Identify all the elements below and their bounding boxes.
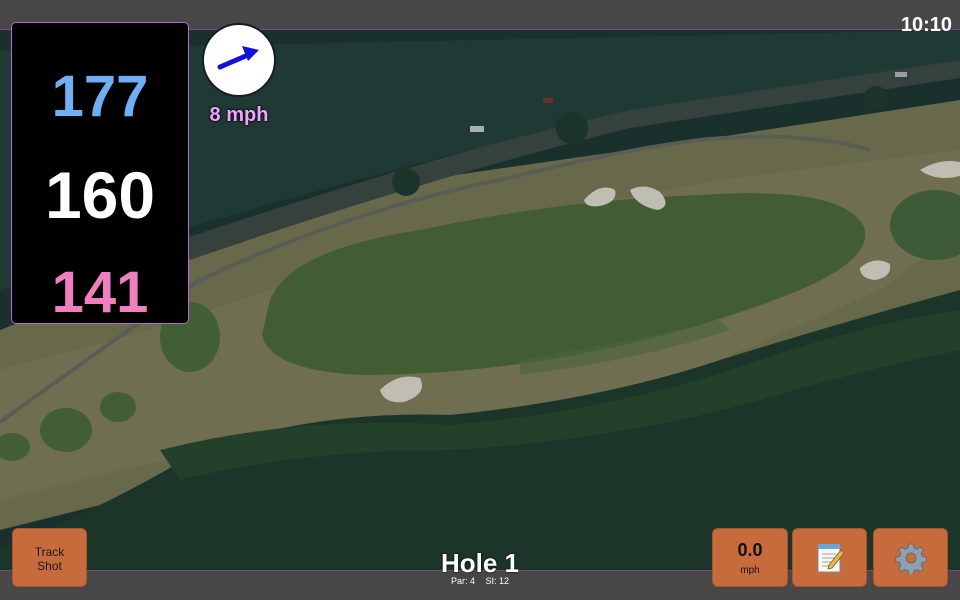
distance-panel: 177 160 141 <box>11 22 189 325</box>
track-shot-button[interactable]: Track Shot <box>12 528 87 587</box>
speed-value: 0.0 <box>737 540 763 560</box>
golf-gps-screen: 10:10 177 160 141 8 mph Track Shot Hole … <box>0 0 960 600</box>
track-shot-label-line1: Track <box>34 545 65 559</box>
notes-button[interactable] <box>792 528 867 587</box>
speed-unit: mph <box>740 565 760 576</box>
middle-distance: 160 <box>44 158 156 232</box>
hole-title: Hole 1 <box>440 548 520 578</box>
track-shot-label-line2: Shot <box>37 559 62 573</box>
arrow-east-northeast-icon <box>217 46 259 70</box>
back-distance: 177 <box>51 64 149 129</box>
wind-speed: 8 mph <box>209 104 269 126</box>
wind-direction-dial <box>202 23 276 97</box>
front-distance: 141 <box>51 260 149 325</box>
speed-button[interactable]: 0.0 mph <box>712 528 788 587</box>
hole-par: Par: 4 <box>450 576 475 586</box>
hole-stroke-index: SI: 12 <box>485 576 510 586</box>
hole-meta: Par: 4 SI: 12 <box>380 576 580 586</box>
settings-button[interactable] <box>873 528 948 587</box>
clock: 10:10 <box>900 14 952 36</box>
notepad-icon <box>817 543 845 572</box>
gear-icon <box>894 543 927 574</box>
